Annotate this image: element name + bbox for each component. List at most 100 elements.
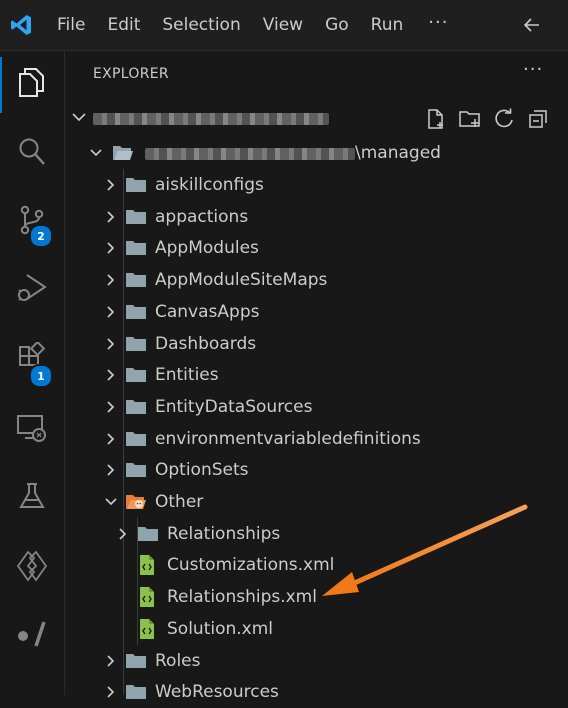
xml-file-icon (137, 555, 159, 576)
menu-selection[interactable]: Selection (151, 0, 251, 50)
chevron-right-icon (103, 367, 119, 383)
tree-item-entities[interactable]: Entities (65, 359, 568, 391)
folder-icon (125, 365, 147, 385)
chevron-down-icon (103, 494, 119, 510)
title-bar: File Edit Selection View Go Run ··· (0, 0, 568, 51)
folder-icon (125, 270, 147, 290)
chevron-right-icon (103, 177, 119, 193)
activity-bar: 2 1 (0, 51, 65, 695)
xml-file-icon (137, 587, 159, 608)
activity-extensions[interactable]: 1 (0, 329, 64, 391)
tree-item-relationships[interactable]: Relationships (65, 518, 568, 550)
tree-item-roles[interactable]: Roles (65, 645, 568, 677)
chevron-right-icon (103, 209, 119, 225)
tree-item-solution-xml[interactable]: Solution.xml (65, 613, 568, 645)
menu-view[interactable]: View (252, 0, 314, 50)
menu-more-button[interactable]: ··· (414, 0, 462, 50)
tree-item-relationships-xml[interactable]: Relationships.xml (65, 581, 568, 613)
chevron-right-icon (103, 431, 119, 447)
tree-item-label: WebResources (155, 682, 279, 703)
run-debug-icon (15, 271, 49, 309)
chevron-down-icon (69, 107, 89, 131)
power-platform-icon (14, 548, 50, 588)
folder-icon (125, 651, 147, 671)
tree-item-label: Relationships (167, 523, 281, 544)
chevron-right-icon (103, 399, 119, 415)
menu-go[interactable]: Go (314, 0, 360, 50)
tree-item-aiskillconfigs[interactable]: aiskillconfigs (65, 169, 568, 201)
root-folder-name-redacted (145, 148, 355, 160)
workspace-name-redacted (93, 113, 329, 125)
activity-search[interactable] (0, 123, 64, 185)
chevron-down-icon (88, 145, 104, 161)
slash-dot-icon (14, 618, 50, 654)
explorer-sidebar: EXPLORER ··· \managed aiskillconfigs app… (65, 51, 568, 702)
tree-item-label: EntityDataSources (155, 396, 313, 417)
activity-pac-cli[interactable] (0, 605, 64, 667)
folder-icon (125, 334, 147, 354)
folder-icon (125, 302, 147, 322)
tree-item-appactions[interactable]: appactions (65, 201, 568, 233)
folder-icon (125, 238, 147, 258)
refresh-icon[interactable] (491, 106, 517, 132)
folder-icon (125, 682, 147, 702)
section-actions (423, 106, 551, 132)
new-file-icon[interactable] (423, 106, 449, 132)
chevron-right-icon (115, 526, 131, 542)
new-folder-icon[interactable] (457, 106, 483, 132)
tree-root-folder[interactable]: \managed (65, 137, 568, 169)
tree-item-appmodulesitemaps[interactable]: AppModuleSiteMaps (65, 264, 568, 296)
chevron-right-icon (103, 653, 119, 669)
tree-item-label: Solution.xml (167, 618, 274, 639)
tree-item-label: OptionSets (155, 460, 249, 481)
chevron-right-icon (103, 462, 119, 478)
chevron-right-icon (103, 272, 119, 288)
tree-item-other[interactable]: Other (65, 486, 568, 518)
chevron-right-icon (103, 336, 119, 352)
activity-source-control[interactable]: 2 (0, 191, 64, 253)
activity-explorer[interactable] (0, 53, 64, 115)
extensions-badge: 1 (29, 364, 53, 388)
folder-icon (125, 460, 147, 480)
activity-testing[interactable] (0, 467, 64, 529)
tree-item-label: CanvasApps (155, 301, 260, 322)
tree-item-appmodules[interactable]: AppModules (65, 232, 568, 264)
tree-item-entitydatasources[interactable]: EntityDataSources (65, 391, 568, 423)
source-control-badge: 2 (29, 224, 53, 248)
tree-item-canvasapps[interactable]: CanvasApps (65, 296, 568, 328)
tree-item-label: environmentvariabledefinitions (155, 428, 421, 449)
folder-icon (125, 207, 147, 227)
tree-item-environmentvariabledefinitions[interactable]: environmentvariabledefinitions (65, 423, 568, 455)
root-folder-suffix: \managed (355, 143, 441, 163)
collapse-all-icon[interactable] (525, 106, 551, 132)
tree-item-optionsets[interactable]: OptionSets (65, 454, 568, 486)
back-arrow-icon[interactable] (512, 0, 552, 50)
tree-item-label: Relationships.xml (167, 587, 317, 608)
chevron-right-icon (103, 304, 119, 320)
flask-icon (16, 480, 48, 516)
chevron-right-icon (103, 684, 119, 700)
menu-run[interactable]: Run (360, 0, 415, 50)
activity-remote-explorer[interactable] (0, 399, 64, 461)
tree-item-dashboards[interactable]: Dashboards (65, 328, 568, 360)
vscode-logo-icon (0, 0, 42, 50)
tree-item-label: appactions (155, 206, 249, 227)
menu-file[interactable]: File (42, 0, 96, 50)
menu-edit[interactable]: Edit (96, 0, 151, 50)
folder-icon (125, 429, 147, 449)
tree-item-customizations-xml[interactable]: Customizations.xml (65, 549, 568, 581)
activity-power-platform[interactable] (0, 537, 64, 599)
tree-item-webresources[interactable]: WebResources (65, 676, 568, 708)
folder-open-icon (112, 143, 134, 163)
tree-item-label: AppModuleSiteMaps (155, 270, 328, 291)
tree-item-label: AppModules (155, 238, 259, 259)
tree-item-label: Dashboards (155, 333, 257, 354)
folder-other-open-icon (125, 492, 147, 512)
files-icon (15, 65, 49, 103)
tree-item-label: aiskillconfigs (155, 175, 264, 195)
explorer-more-button[interactable]: ··· (523, 59, 543, 80)
explorer-title: EXPLORER (93, 66, 169, 82)
search-icon (16, 136, 48, 172)
workspace-section-header[interactable] (65, 102, 568, 134)
activity-run-debug[interactable] (0, 259, 64, 321)
